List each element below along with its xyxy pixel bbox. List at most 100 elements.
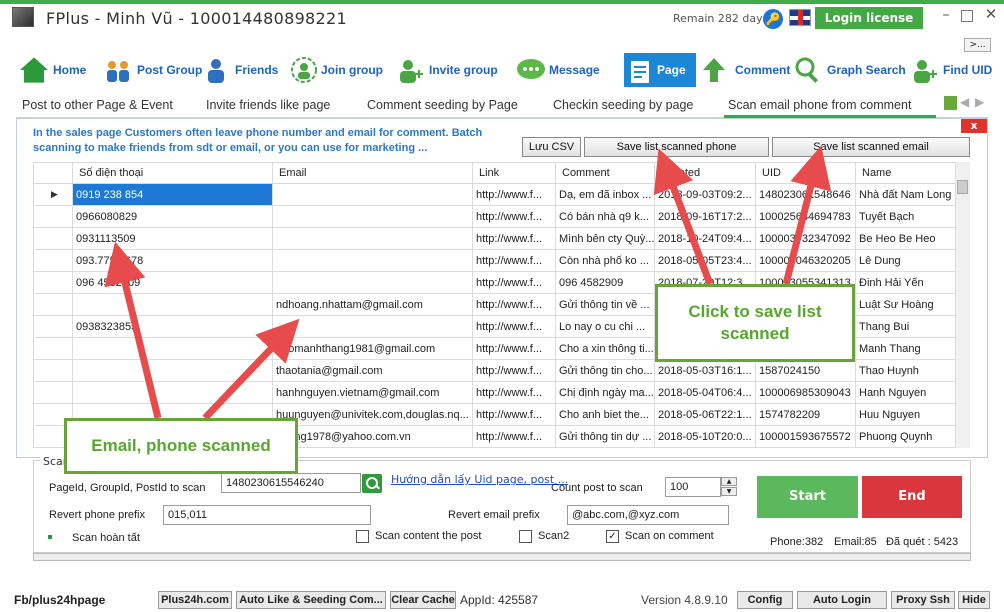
login-license-button[interactable]: Login license: [815, 7, 923, 29]
table-cell[interactable]: 1574782209: [755, 403, 856, 426]
proxy-ssh-button[interactable]: Proxy Ssh: [891, 591, 955, 609]
revert-email-input[interactable]: @abc.com,@xyz.com: [567, 505, 729, 525]
table-cell[interactable]: Cho a xin thông ti...: [555, 337, 655, 360]
tab-scroll-right-icon[interactable]: ▶: [975, 95, 984, 109]
table-cell[interactable]: Còn nhà phố ko ...: [555, 249, 655, 272]
row-selector[interactable]: [33, 315, 73, 338]
search-icon[interactable]: [362, 474, 382, 493]
table-cell[interactable]: 100003732347092: [755, 227, 856, 250]
table-cell[interactable]: 2018-09-03T09:2...: [654, 183, 756, 206]
count-up-icon[interactable]: ▲: [721, 477, 737, 486]
table-cell[interactable]: ndhoang.nhattam@gmail.com: [272, 293, 473, 316]
guide-link[interactable]: Hướng dẫn lấy Uid page, post ...: [391, 473, 568, 486]
table-cell[interactable]: [272, 205, 473, 228]
table-cell[interactable]: [272, 227, 473, 250]
table-cell[interactable]: Be Heo Be Heo: [855, 227, 955, 250]
close-icon[interactable]: ✕: [982, 5, 1000, 23]
uk-flag-icon[interactable]: [789, 9, 811, 26]
start-button[interactable]: Start: [757, 476, 858, 518]
panel-close-button[interactable]: x: [961, 119, 987, 133]
table-cell[interactable]: Cho anh biet the...: [555, 403, 655, 426]
table-cell[interactable]: 2018-09-16T17:2...: [654, 205, 756, 228]
row-selector[interactable]: [33, 337, 73, 360]
table-cell[interactable]: http://www.f...: [472, 183, 556, 206]
table-row[interactable]: 093.775.2678 http://www.f... Còn nhà phố k…: [33, 249, 955, 272]
row-selector[interactable]: [33, 249, 73, 272]
table-cell[interactable]: 096 4582909: [72, 271, 273, 294]
table-cell[interactable]: Lê Dung: [855, 249, 955, 272]
table-cell[interactable]: 100001593675572: [755, 425, 856, 448]
count-post-input[interactable]: 100: [665, 477, 721, 497]
table-cell[interactable]: http://www.f...: [472, 425, 556, 448]
table-cell[interactable]: 148023061548646: [755, 183, 856, 206]
luu-csv-button[interactable]: Lưu CSV: [522, 137, 581, 157]
pageid-input[interactable]: 1480230615546240: [221, 473, 361, 493]
auto-login-button[interactable]: Auto Login: [797, 591, 887, 609]
table-cell[interactable]: 2018-05-03T16:1...: [654, 359, 756, 382]
nav-message[interactable]: Message: [516, 54, 600, 86]
table-cell[interactable]: http://www.f...: [472, 403, 556, 426]
nav-friends[interactable]: Friends: [202, 54, 278, 86]
table-row[interactable]: hanhnguyen.vietnam@gmail.com http://www.f…: [33, 381, 955, 404]
tab-dropdown-icon[interactable]: [944, 96, 957, 110]
table-cell[interactable]: huunguyen@univitek.com,douglas.nq...: [272, 403, 473, 426]
table-cell[interactable]: Gửi thông tin dự ...: [555, 425, 655, 448]
table-cell[interactable]: 100003046320205: [755, 249, 856, 272]
table-row[interactable]: 0966080829 http://www.f... Có bán nhà q9 k…: [33, 205, 955, 228]
count-down-icon[interactable]: ▼: [721, 487, 737, 496]
table-cell[interactable]: http://www.f...: [472, 227, 556, 250]
more-button[interactable]: >...: [964, 38, 991, 52]
table-cell[interactable]: Có bán nhà q9 k...: [555, 205, 655, 228]
table-cell[interactable]: http://www.f...: [472, 337, 556, 360]
plus24h-button[interactable]: Plus24h.com: [158, 591, 232, 609]
table-cell[interactable]: [72, 359, 273, 382]
row-selector[interactable]: [33, 359, 73, 382]
table-row[interactable]: 0931113509 http://www.f... Mình bên cty Qu…: [33, 227, 955, 250]
grid-scrollbar[interactable]: [955, 162, 970, 448]
minimize-icon[interactable]: –: [937, 7, 955, 25]
scan-on-comment-checkbox[interactable]: ✓: [606, 530, 619, 543]
col-header-name[interactable]: Name: [855, 162, 955, 184]
table-cell[interactable]: [272, 271, 473, 294]
table-cell[interactable]: Huu Nguyen: [855, 403, 955, 426]
tab-invite-friends-like-page[interactable]: Invite friends like page: [206, 98, 330, 112]
table-cell[interactable]: Hanh Nguyen: [855, 381, 955, 404]
footer-fb-link[interactable]: Fb/plus24hpage: [14, 593, 105, 607]
table-cell[interactable]: http://www.f...: [472, 359, 556, 382]
nav-comment[interactable]: Comment: [702, 54, 790, 86]
table-cell[interactable]: http://www.f...: [472, 249, 556, 272]
table-cell[interactable]: 096 4582909: [555, 271, 655, 294]
table-cell[interactable]: [272, 249, 473, 272]
scan2-checkbox[interactable]: [519, 530, 532, 543]
table-cell[interactable]: 0919 238 854: [72, 183, 273, 206]
nav-post-group[interactable]: Post Group: [104, 54, 202, 86]
table-cell[interactable]: Đinh Hải Yến: [855, 271, 955, 294]
table-cell[interactable]: Thang Bui: [855, 315, 955, 338]
col-header-phone[interactable]: Số điện thoại: [72, 162, 273, 184]
col-header-uid[interactable]: UID: [755, 162, 856, 184]
table-cell[interactable]: ngomanhthang1981@gmail.com: [272, 337, 473, 360]
table-row[interactable]: ▶ 0919 238 854 http://www.f... Dạ, em đã in…: [33, 183, 955, 206]
table-cell[interactable]: 1587024150: [755, 359, 856, 382]
table-cell[interactable]: [72, 381, 273, 404]
scan-content-checkbox[interactable]: [356, 530, 369, 543]
table-cell[interactable]: Lo nay o cu chi ...: [555, 315, 655, 338]
table-cell[interactable]: [72, 337, 273, 360]
table-cell[interactable]: hanhnguyen.vietnam@gmail.com: [272, 381, 473, 404]
table-cell[interactable]: [272, 315, 473, 338]
table-cell[interactable]: http://www.f...: [472, 205, 556, 228]
table-row[interactable]: thaotania@gmail.com http://www.f... Gửi th…: [33, 359, 955, 382]
save-email-button[interactable]: Save list scanned email: [772, 137, 970, 157]
table-cell[interactable]: [72, 293, 273, 316]
table-cell[interactable]: http://www.f...: [472, 381, 556, 404]
tab-comment-seeding-by-page[interactable]: Comment seeding by Page: [367, 98, 518, 112]
key-icon[interactable]: 🔑: [763, 9, 783, 29]
col-header-created[interactable]: Created: [654, 162, 756, 184]
row-selector[interactable]: [33, 381, 73, 404]
col-header-email[interactable]: Email: [272, 162, 473, 184]
col-header-link[interactable]: Link: [472, 162, 556, 184]
nav-join-group[interactable]: Join group: [288, 54, 383, 86]
table-cell[interactable]: Tuyết Bạch: [855, 205, 955, 228]
row-selector[interactable]: [33, 293, 73, 316]
nav-page[interactable]: Page: [624, 53, 696, 87]
